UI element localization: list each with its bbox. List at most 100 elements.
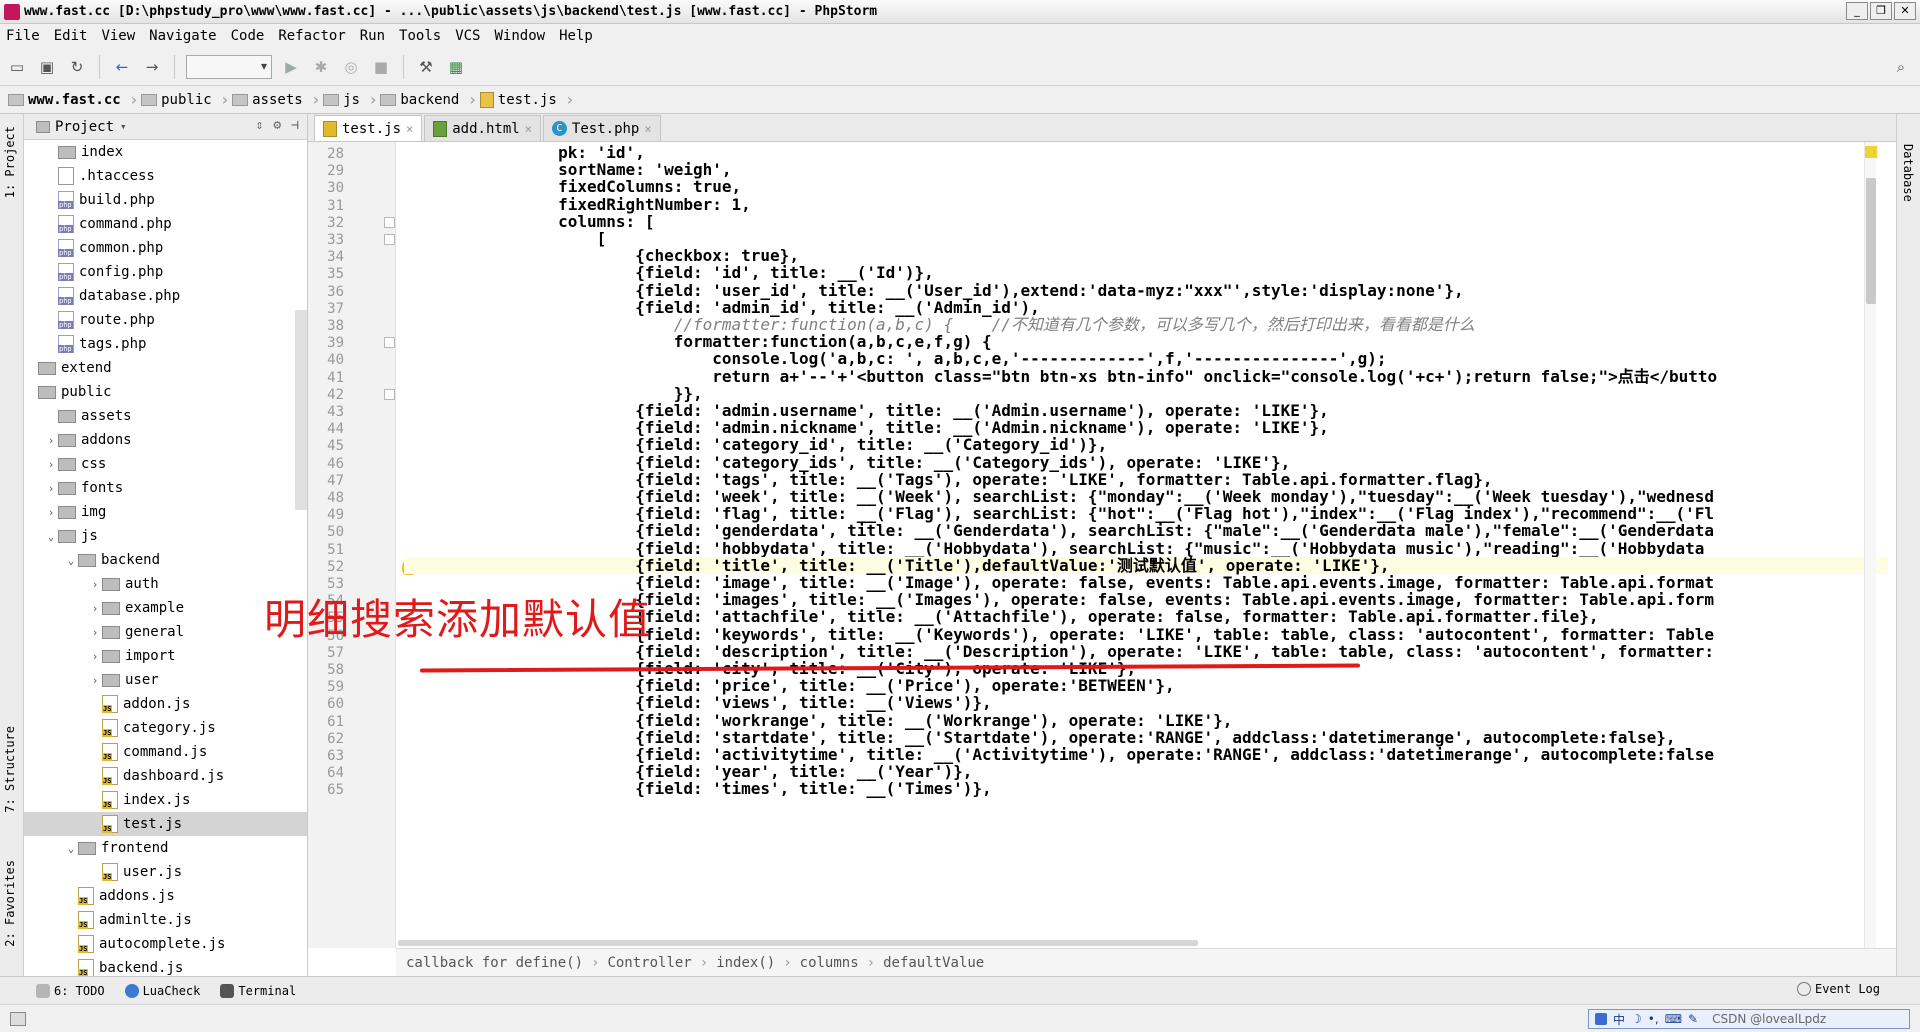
tree-item[interactable]: dashboard.js (24, 764, 307, 788)
editor-scrollbar-thumb[interactable] (1866, 178, 1876, 304)
code-line[interactable]: [ (404, 230, 1888, 247)
tree-item[interactable]: › img (24, 500, 307, 524)
code-line[interactable]: fixedRightNumber: 1, (404, 195, 1888, 212)
tab-test-js[interactable]: test.js × (314, 115, 423, 141)
tree-item[interactable]: category.js (24, 716, 307, 740)
tree-item[interactable]: › user (24, 668, 307, 692)
menu-tools[interactable]: Tools (399, 28, 441, 44)
ime-wrench-icon[interactable]: ✎ (1688, 1012, 1698, 1026)
tree-item[interactable]: tags.php (24, 332, 307, 356)
code-line[interactable]: {field: 'startdate', title: __('Startdat… (404, 729, 1888, 746)
ime-mode-label[interactable]: 中 (1613, 1011, 1625, 1028)
tree-item[interactable]: ⌄ js (24, 524, 307, 548)
terminal-tool-button[interactable]: Terminal (220, 983, 296, 998)
code-crumb[interactable]: Controller (607, 955, 691, 971)
tab-add-html[interactable]: add.html × (424, 115, 541, 141)
code-crumb[interactable]: columns (800, 955, 859, 971)
menu-window[interactable]: Window (495, 28, 546, 44)
open-folder-icon[interactable]: ▭ (6, 56, 28, 78)
tree-item[interactable]: public (24, 380, 307, 404)
chevron-right-icon[interactable]: › (44, 434, 58, 447)
toggle-tool-windows-icon[interactable] (10, 1012, 26, 1026)
collapse-all-icon[interactable]: ⇕ (256, 118, 264, 133)
tree-item[interactable]: index.js (24, 788, 307, 812)
horizontal-scrollbar[interactable] (398, 940, 1198, 946)
code-crumb[interactable]: callback for define() (406, 955, 583, 971)
code-line[interactable]: console.log('a,b,c: ', a,b,c,e,'--------… (404, 350, 1888, 367)
chevron-right-icon[interactable]: › (88, 674, 102, 687)
run-icon[interactable]: ▶ (280, 56, 302, 78)
ime-punct-icon[interactable]: •, (1648, 1012, 1659, 1026)
menu-refactor[interactable]: Refactor (278, 28, 345, 44)
code-line[interactable]: {field: 'admin.username', title: __('Adm… (404, 402, 1888, 419)
tree-item[interactable]: addon.js (24, 692, 307, 716)
editor-gutter[interactable]: 28 29 30 31 32 33 34 35 36 37 38 39 40 41 42 43 44 45 46 47… (308, 142, 416, 948)
search-icon[interactable]: ⌕ (1890, 56, 1912, 78)
chevron-right-icon[interactable]: › (88, 626, 102, 639)
tree-item[interactable]: › fonts (24, 476, 307, 500)
tree-item[interactable]: command.js (24, 740, 307, 764)
fold-marker-icon[interactable] (384, 388, 395, 400)
breadcrumb-js[interactable]: js (323, 92, 360, 108)
tree-item[interactable]: extend (24, 356, 307, 380)
code-line[interactable]: fixedColumns: true, (404, 178, 1888, 195)
code-line[interactable]: {field: 'activitytime', title: __('Activ… (404, 746, 1888, 763)
code-line[interactable]: sortName: 'weigh', (404, 161, 1888, 178)
favorites-tool-button[interactable]: 2: Favorites (3, 860, 17, 947)
back-icon[interactable]: ← (111, 56, 133, 78)
fold-marker-icon[interactable] (384, 216, 395, 228)
tree-item[interactable]: ⌄ backend (24, 548, 307, 572)
error-stripe[interactable] (1864, 142, 1877, 948)
ime-keyboard-icon[interactable]: ⌨ (1665, 1012, 1682, 1026)
chevron-down-icon[interactable]: ⌄ (64, 842, 78, 855)
tree-item[interactable]: › css (24, 452, 307, 476)
chevron-down-icon[interactable]: ⌄ (44, 530, 58, 543)
run-configuration-select[interactable] (186, 54, 272, 79)
close-icon[interactable]: × (644, 122, 651, 136)
fold-marker-icon[interactable] (384, 337, 395, 349)
code-line[interactable]: {field: 'id', title: __('Id')}, (404, 264, 1888, 281)
code-line[interactable]: {field: 'category_id', title: __('Catego… (404, 436, 1888, 453)
code-line[interactable]: {field: 'title', title: __('Title'),defa… (404, 557, 1888, 574)
tree-item[interactable]: assets (24, 404, 307, 428)
tree-item[interactable]: test.js (24, 812, 307, 836)
menu-help[interactable]: Help (559, 28, 593, 44)
project-scrollbar[interactable] (295, 310, 307, 510)
forward-icon[interactable]: → (141, 56, 163, 78)
tree-item[interactable]: › import (24, 644, 307, 668)
menu-code[interactable]: Code (231, 28, 265, 44)
breadcrumb-public[interactable]: public (141, 92, 212, 108)
menu-view[interactable]: View (101, 28, 135, 44)
tree-item[interactable]: route.php (24, 308, 307, 332)
code-line[interactable]: return a+'--'+'<button class="btn btn-xs… (404, 367, 1888, 384)
code-line[interactable]: {field: 'workrange', title: __('Workrang… (404, 711, 1888, 728)
tab-test-php[interactable]: C Test.php × (542, 115, 661, 141)
menu-file[interactable]: File (6, 28, 40, 44)
chevron-right-icon[interactable]: › (44, 506, 58, 519)
breadcrumb-file[interactable]: test.js (479, 91, 557, 108)
code-line[interactable]: {field: 'admin.nickname', title: __('Adm… (404, 419, 1888, 436)
event-log-button[interactable]: Event Log (1796, 982, 1880, 996)
fold-marker-icon[interactable] (384, 234, 395, 245)
code-line[interactable]: formatter:function(a,b,c,e,f,g) { (404, 333, 1888, 350)
coverage-icon[interactable]: ◎ (340, 56, 362, 78)
code-line[interactable]: {field: 'tags', title: __('Tags'), opera… (404, 471, 1888, 488)
menu-navigate[interactable]: Navigate (149, 28, 216, 44)
code-line[interactable]: {field: 'admin_id', title: __('Admin_id'… (404, 299, 1888, 316)
todo-tool-button[interactable]: 6: TODO (36, 983, 105, 998)
tree-item[interactable]: addons.js (24, 884, 307, 908)
save-all-icon[interactable]: ▣ (36, 56, 58, 78)
maximize-button[interactable]: ❐ (1870, 2, 1892, 20)
ime-toolbar[interactable]: 中 ☽ •, ⌨ ✎ CSDN @lovealLpdz (1588, 1009, 1910, 1029)
chevron-right-icon[interactable]: › (88, 578, 102, 591)
sdk-icon[interactable]: ▦ (445, 56, 467, 78)
tree-item[interactable]: .htaccess (24, 164, 307, 188)
breadcrumb-assets[interactable]: assets (232, 92, 303, 108)
code-line[interactable]: {field: 'flag', title: __('Flag'), searc… (404, 505, 1888, 522)
tree-item[interactable]: config.php (24, 260, 307, 284)
code-crumb[interactable]: index() (716, 955, 775, 971)
debug-icon[interactable]: ✱ (310, 56, 332, 78)
tree-item[interactable]: command.php (24, 212, 307, 236)
close-icon[interactable]: × (525, 122, 532, 136)
code-line[interactable]: {checkbox: true}, (404, 247, 1888, 264)
